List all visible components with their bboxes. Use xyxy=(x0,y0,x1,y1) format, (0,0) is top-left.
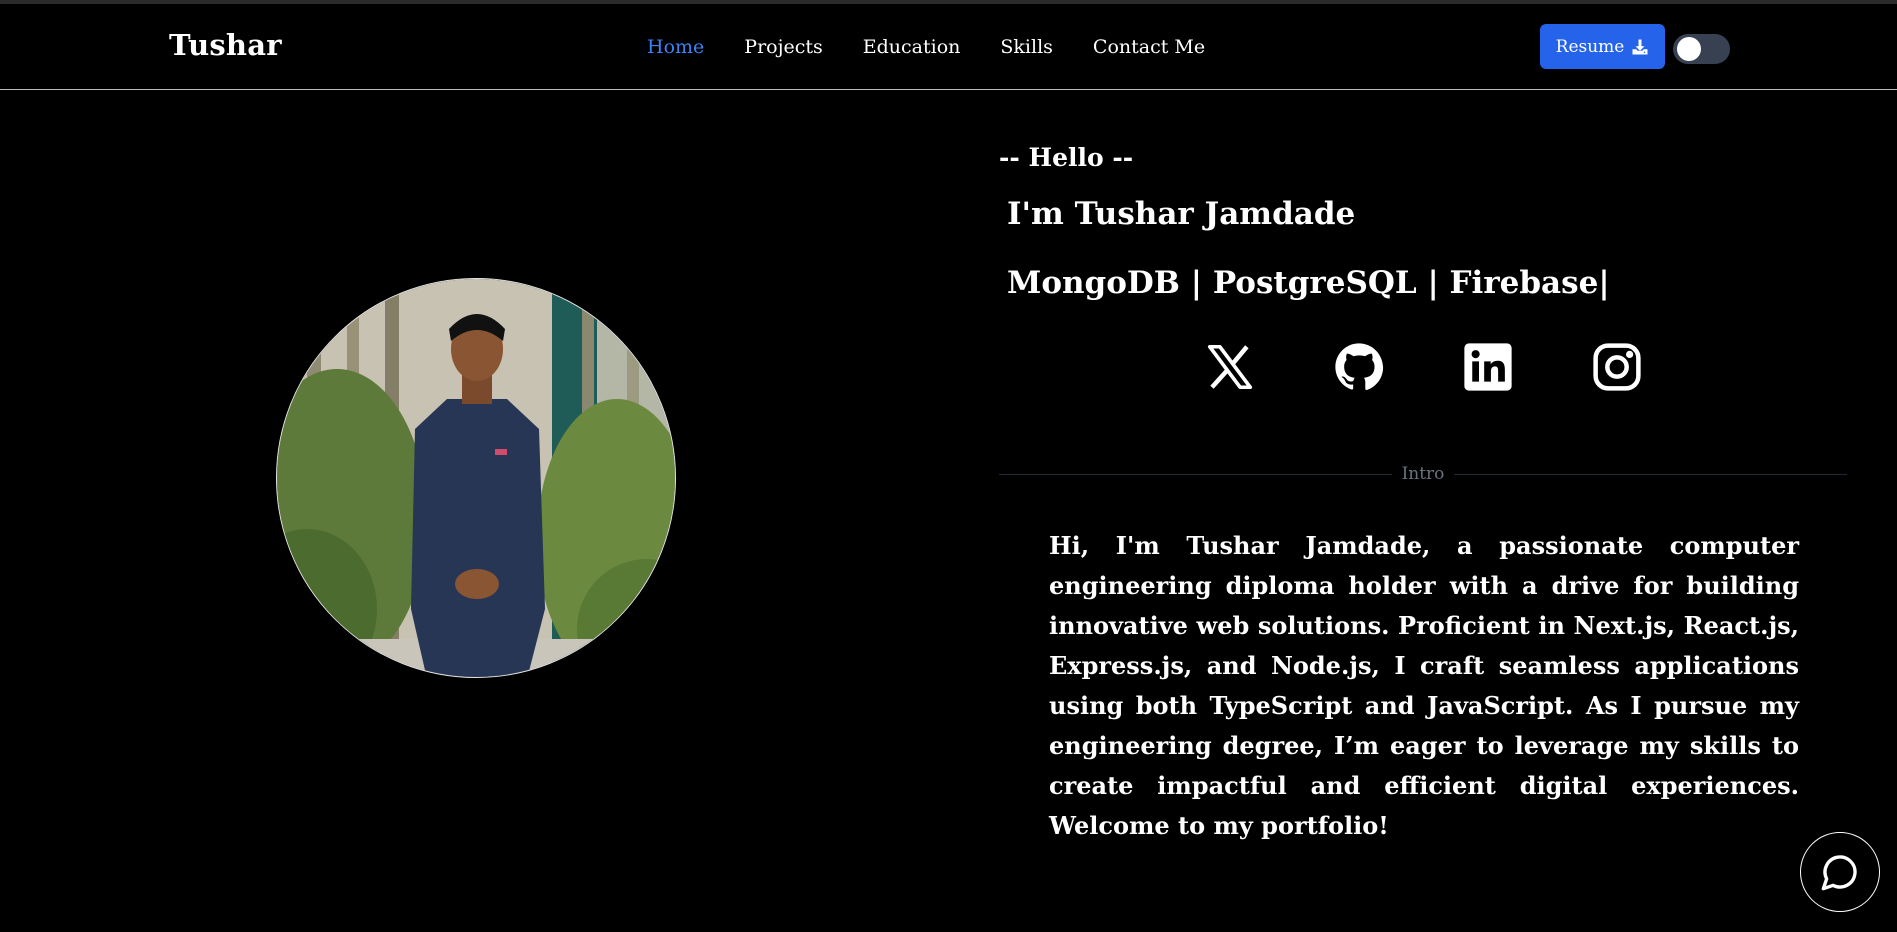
divider-line-left xyxy=(999,474,1392,475)
nav-projects[interactable]: Projects xyxy=(744,36,822,58)
main-nav: Home Projects Education Skills Contact M… xyxy=(647,36,1245,58)
resume-label: Resume xyxy=(1555,36,1625,57)
github-icon[interactable] xyxy=(1332,340,1386,394)
linkedin-icon[interactable] xyxy=(1461,340,1515,394)
nav-contact[interactable]: Contact Me xyxy=(1093,36,1205,58)
typing-text: MongoDB | PostgreSQL | Firebase| xyxy=(1007,265,1610,301)
nav-education[interactable]: Education xyxy=(863,36,961,58)
hello-greeting: -- Hello -- xyxy=(999,143,1134,172)
social-links xyxy=(1203,340,1644,394)
intro-divider: Intro xyxy=(999,464,1847,486)
divider-line-right xyxy=(1454,474,1847,475)
hero-name: I'm Tushar Jamdade xyxy=(1007,196,1356,232)
intro-paragraph: Hi, I'm Tushar Jamdade, a passionate com… xyxy=(1049,531,1799,840)
profile-photo xyxy=(276,278,676,678)
x-icon[interactable] xyxy=(1203,340,1257,394)
toggle-knob xyxy=(1677,37,1701,61)
chat-bubble-icon xyxy=(1821,855,1857,891)
navbar: Tushar Home Projects Education Skills Co… xyxy=(0,4,1897,90)
brand-logo[interactable]: Tushar xyxy=(169,28,282,62)
instagram-icon[interactable] xyxy=(1590,340,1644,394)
resume-button[interactable]: Resume xyxy=(1540,24,1665,69)
chat-button[interactable] xyxy=(1800,832,1880,912)
download-icon xyxy=(1632,39,1648,54)
divider-label: Intro xyxy=(1401,464,1445,484)
theme-toggle[interactable] xyxy=(1673,34,1730,64)
nav-skills[interactable]: Skills xyxy=(1000,36,1053,58)
nav-home[interactable]: Home xyxy=(647,36,704,58)
